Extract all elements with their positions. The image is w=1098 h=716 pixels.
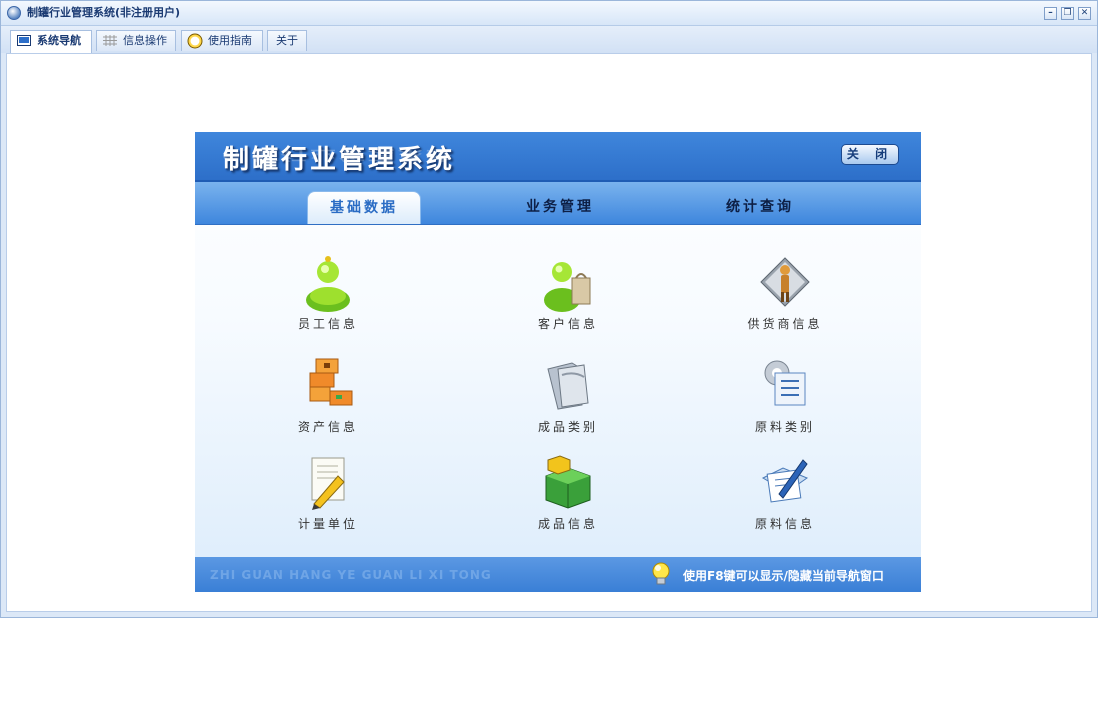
tab-about[interactable]: 关于	[267, 30, 307, 51]
item-label: 原料信息	[754, 517, 815, 531]
window-title: 制罐行业管理系统(非注册用户)	[27, 6, 181, 19]
tab-label: 系统导航	[37, 34, 81, 47]
item-material-info[interactable]: 原料信息	[715, 452, 855, 542]
tab-system-nav[interactable]: 系统导航	[10, 30, 92, 53]
item-customer-info[interactable]: 客户信息	[498, 252, 638, 342]
settings-doc-icon	[764, 360, 806, 406]
footer-watermark: ZHI GUAN HANG YE GUAN LI XI TONG	[210, 568, 492, 582]
edit-doc-icon	[311, 457, 345, 510]
boxes-icon	[309, 358, 353, 406]
item-label: 供货商信息	[747, 317, 823, 331]
item-supplier-info[interactable]: 供货商信息	[715, 252, 855, 342]
app-logo-icon	[7, 6, 21, 20]
tab-label: 关于	[276, 34, 298, 47]
item-label: 计量单位	[297, 517, 358, 531]
item-label: 成品信息	[537, 517, 598, 531]
user-icon	[306, 256, 350, 312]
nav-tab-basic-data[interactable]: 基础数据	[307, 191, 421, 224]
lightbulb-icon	[652, 562, 670, 585]
item-asset-info[interactable]: 资产信息	[258, 355, 398, 445]
tab-label: 信息操作	[123, 34, 167, 47]
tab-bar: 系统导航 信息操作 使用指南 关于	[1, 26, 1097, 53]
item-product-category[interactable]: 成品类别	[498, 355, 638, 445]
item-label: 客户信息	[537, 317, 598, 331]
panel-close-button[interactable]: 关 闭	[841, 144, 899, 165]
grid-icon	[103, 35, 117, 46]
item-label: 员工信息	[297, 317, 358, 331]
minimize-button[interactable]: –	[1044, 7, 1057, 20]
title-bar[interactable]: 制罐行业管理系统(非注册用户) – ❐ ✕	[1, 1, 1097, 26]
customer-icon	[544, 262, 591, 312]
clock-icon	[187, 33, 203, 49]
panel-footer: ZHI GUAN HANG YE GUAN LI XI TONG 使用F8键可以…	[195, 557, 921, 592]
item-label: 成品类别	[537, 420, 598, 434]
panel-header: 制罐行业管理系统 制罐行业管理系统 关 闭	[195, 132, 921, 182]
tab-user-guide[interactable]: 使用指南	[181, 30, 263, 51]
supplier-icon	[760, 257, 810, 307]
restore-button[interactable]: ❐	[1061, 7, 1074, 20]
navigation-panel: 制罐行业管理系统 制罐行业管理系统 关 闭 基础数据 业务管理 统计查询 员工信…	[195, 132, 921, 592]
category-nav: 基础数据 业务管理 统计查询	[195, 182, 921, 225]
item-employee-info[interactable]: 员工信息	[258, 252, 398, 342]
item-unit-measure[interactable]: 计量单位	[258, 452, 398, 542]
item-product-info[interactable]: 成品信息	[498, 452, 638, 542]
monitor-icon	[17, 35, 31, 46]
tab-info-ops[interactable]: 信息操作	[96, 30, 176, 51]
item-label: 资产信息	[297, 420, 358, 434]
tab-label: 使用指南	[208, 34, 252, 47]
cubes-icon	[545, 455, 591, 509]
pen-doc-icon	[761, 459, 809, 503]
panel-title-reflection: 制罐行业管理系统	[223, 147, 456, 162]
footer-hint: 使用F8键可以显示/隐藏当前导航窗口	[683, 569, 884, 583]
item-material-category[interactable]: 原料类别	[715, 355, 855, 445]
folder-icon	[547, 362, 589, 410]
nav-tab-statistics[interactable]: 统计查询	[700, 191, 820, 224]
item-label: 原料类别	[754, 420, 815, 434]
nav-tab-business[interactable]: 业务管理	[500, 191, 620, 224]
close-window-button[interactable]: ✕	[1078, 7, 1091, 20]
